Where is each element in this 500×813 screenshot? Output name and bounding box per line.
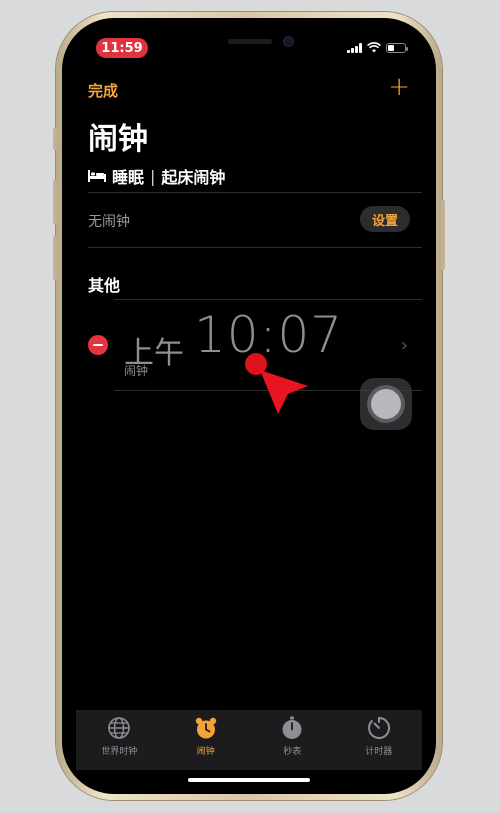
battery-icon [386,42,408,53]
divider [88,192,422,193]
touch-cursor-icon [245,353,308,414]
assistive-touch-button[interactable] [360,378,412,430]
home-indicator[interactable] [188,778,310,782]
volume-down-button [53,236,57,280]
earpiece-speaker [228,39,272,44]
sleep-separator: | [150,166,156,186]
globe-icon [108,717,131,739]
tab-alarm[interactable]: 闹钟 [163,710,250,770]
wake-up-label: 起床闹钟 [161,168,226,187]
sleep-label: 睡眠 [112,168,145,187]
front-camera [284,37,293,46]
tab-world-clock[interactable]: 世界时钟 [76,710,163,770]
minus-icon [93,344,103,346]
tab-label: 计时器 [365,747,393,757]
assistive-touch-dot [371,389,401,419]
side-button [53,128,57,150]
status-time: 11:59 [96,38,148,58]
tab-label: 秒表 [283,747,302,757]
delete-alarm-button[interactable] [88,335,108,355]
divider [114,299,422,300]
power-button [441,200,445,270]
tab-stopwatch[interactable]: 秒表 [249,710,336,770]
stopwatch-icon [282,716,302,739]
tab-timer[interactable]: 计时器 [336,710,423,770]
bed-icon [88,170,106,182]
sleep-wake-header: 睡眠 | 起床闹钟 [88,164,225,188]
volume-up-button [53,180,57,224]
tab-label: 世界时钟 [101,747,138,757]
alarm-clock-icon [195,717,216,739]
tab-label: 闹钟 [196,747,215,757]
wifi-icon [367,42,381,53]
tab-bar: 世界时钟 闹钟 秒表 计时器 [76,710,422,770]
done-button[interactable]: 完成 [88,80,118,101]
no-alarm-text: 无闹钟 [88,214,130,230]
page-title: 闹钟 [88,122,148,157]
setup-button[interactable]: 设置 [360,206,410,232]
add-alarm-button[interactable]: + [388,74,410,100]
divider [88,247,422,248]
cellular-signal-icon [347,42,362,53]
alarm-label: 闹钟 [124,364,149,378]
other-section-heading: 其他 [88,276,121,295]
status-indicators [347,42,408,53]
phone-screen: 11:59 完成 + 闹钟 睡眠 | 起床闹钟 无闹钟 设置 其他 上午 10:… [62,18,436,794]
chevron-right-icon[interactable]: › [401,335,408,356]
timer-icon [367,716,390,739]
